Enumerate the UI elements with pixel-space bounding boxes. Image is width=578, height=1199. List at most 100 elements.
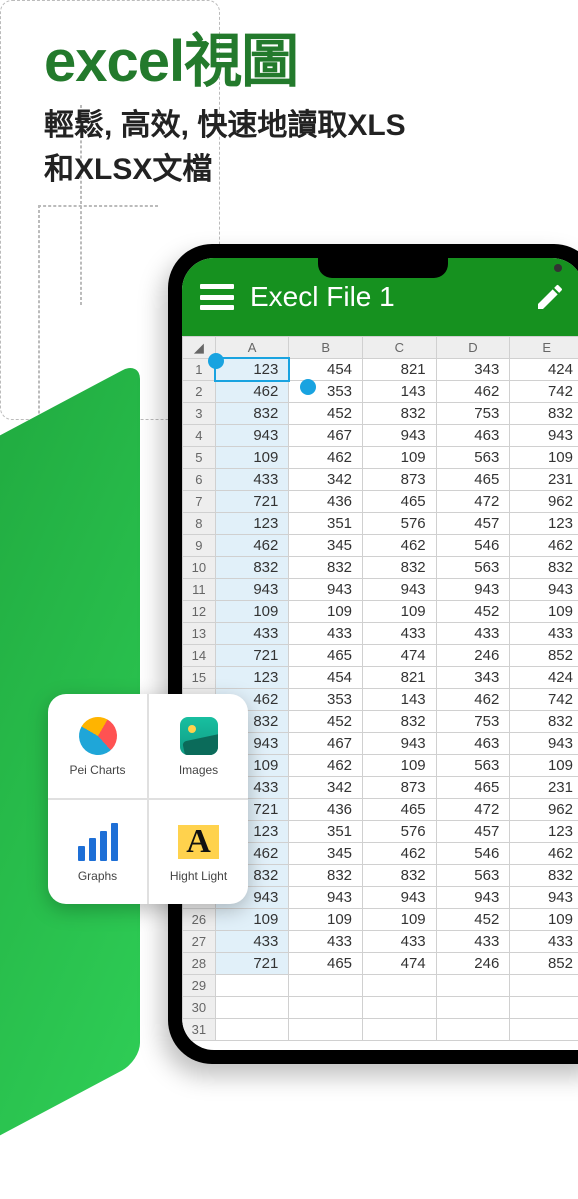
col-header-B[interactable]: B: [289, 337, 363, 359]
cell-A9[interactable]: 462: [215, 535, 289, 557]
cell-A31[interactable]: [215, 1019, 289, 1041]
row-header-5[interactable]: 5: [183, 447, 216, 469]
cell-B17[interactable]: 452: [289, 711, 363, 733]
row-header-6[interactable]: 6: [183, 469, 216, 491]
cell-D18[interactable]: 463: [436, 733, 510, 755]
cell-D10[interactable]: 563: [436, 557, 510, 579]
cell-B18[interactable]: 467: [289, 733, 363, 755]
cell-B8[interactable]: 351: [289, 513, 363, 535]
cell-B7[interactable]: 436: [289, 491, 363, 513]
row-header-3[interactable]: 3: [183, 403, 216, 425]
cell-E31[interactable]: [510, 1019, 578, 1041]
cell-E3[interactable]: 832: [510, 403, 578, 425]
tool-pei-charts[interactable]: Pei Charts: [48, 694, 148, 799]
cell-C3[interactable]: 832: [363, 403, 437, 425]
selection-handle-tl[interactable]: [208, 353, 224, 369]
cell-A11[interactable]: 943: [215, 579, 289, 601]
cell-E1[interactable]: 424: [510, 359, 578, 381]
cell-E8[interactable]: 123: [510, 513, 578, 535]
row-header-31[interactable]: 31: [183, 1019, 216, 1041]
tool-images[interactable]: Images: [148, 694, 248, 799]
col-header-A[interactable]: A: [215, 337, 289, 359]
cell-A14[interactable]: 721: [215, 645, 289, 667]
cell-E14[interactable]: 852: [510, 645, 578, 667]
cell-E24[interactable]: 832: [510, 865, 578, 887]
row-header-12[interactable]: 12: [183, 601, 216, 623]
cell-A13[interactable]: 433: [215, 623, 289, 645]
cell-B14[interactable]: 465: [289, 645, 363, 667]
cell-A4[interactable]: 943: [215, 425, 289, 447]
row-header-8[interactable]: 8: [183, 513, 216, 535]
cell-A28[interactable]: 721: [215, 953, 289, 975]
cell-A6[interactable]: 433: [215, 469, 289, 491]
col-header-D[interactable]: D: [436, 337, 510, 359]
cell-D28[interactable]: 246: [436, 953, 510, 975]
cell-E20[interactable]: 231: [510, 777, 578, 799]
cell-E18[interactable]: 943: [510, 733, 578, 755]
cell-E23[interactable]: 462: [510, 843, 578, 865]
cell-E16[interactable]: 742: [510, 689, 578, 711]
cell-B25[interactable]: 943: [289, 887, 363, 909]
cell-D31[interactable]: [436, 1019, 510, 1041]
cell-E13[interactable]: 433: [510, 623, 578, 645]
cell-B27[interactable]: 433: [289, 931, 363, 953]
cell-D6[interactable]: 465: [436, 469, 510, 491]
cell-E4[interactable]: 943: [510, 425, 578, 447]
row-header-11[interactable]: 11: [183, 579, 216, 601]
cell-C2[interactable]: 143: [363, 381, 437, 403]
cell-C26[interactable]: 109: [363, 909, 437, 931]
cell-B23[interactable]: 345: [289, 843, 363, 865]
cell-E28[interactable]: 852: [510, 953, 578, 975]
row-header-2[interactable]: 2: [183, 381, 216, 403]
cell-D11[interactable]: 943: [436, 579, 510, 601]
cell-C13[interactable]: 433: [363, 623, 437, 645]
cell-D24[interactable]: 563: [436, 865, 510, 887]
row-header-9[interactable]: 9: [183, 535, 216, 557]
cell-D26[interactable]: 452: [436, 909, 510, 931]
cell-C19[interactable]: 109: [363, 755, 437, 777]
cell-D16[interactable]: 462: [436, 689, 510, 711]
cell-E30[interactable]: [510, 997, 578, 1019]
cell-A10[interactable]: 832: [215, 557, 289, 579]
cell-D9[interactable]: 546: [436, 535, 510, 557]
cell-C1[interactable]: 821: [363, 359, 437, 381]
cell-A12[interactable]: 109: [215, 601, 289, 623]
cell-C15[interactable]: 821: [363, 667, 437, 689]
cell-E15[interactable]: 424: [510, 667, 578, 689]
cell-C7[interactable]: 465: [363, 491, 437, 513]
cell-E19[interactable]: 109: [510, 755, 578, 777]
cell-E17[interactable]: 832: [510, 711, 578, 733]
cell-E7[interactable]: 962: [510, 491, 578, 513]
cell-A30[interactable]: [215, 997, 289, 1019]
cell-B6[interactable]: 342: [289, 469, 363, 491]
cell-C25[interactable]: 943: [363, 887, 437, 909]
cell-D13[interactable]: 433: [436, 623, 510, 645]
cell-B1[interactable]: 454: [289, 359, 363, 381]
cell-C20[interactable]: 873: [363, 777, 437, 799]
cell-D4[interactable]: 463: [436, 425, 510, 447]
cell-D12[interactable]: 452: [436, 601, 510, 623]
row-header-15[interactable]: 15: [183, 667, 216, 689]
cell-A29[interactable]: [215, 975, 289, 997]
cell-E5[interactable]: 109: [510, 447, 578, 469]
cell-B21[interactable]: 436: [289, 799, 363, 821]
selection-handle-br[interactable]: [300, 379, 316, 395]
cell-E11[interactable]: 943: [510, 579, 578, 601]
cell-C24[interactable]: 832: [363, 865, 437, 887]
cell-B26[interactable]: 109: [289, 909, 363, 931]
cell-D25[interactable]: 943: [436, 887, 510, 909]
cell-C5[interactable]: 109: [363, 447, 437, 469]
cell-A8[interactable]: 123: [215, 513, 289, 535]
cell-C21[interactable]: 465: [363, 799, 437, 821]
cell-C4[interactable]: 943: [363, 425, 437, 447]
cell-C30[interactable]: [363, 997, 437, 1019]
cell-B30[interactable]: [289, 997, 363, 1019]
cell-B22[interactable]: 351: [289, 821, 363, 843]
col-header-C[interactable]: C: [363, 337, 437, 359]
cell-D7[interactable]: 472: [436, 491, 510, 513]
tool-graphs[interactable]: Graphs: [48, 799, 148, 904]
cell-D27[interactable]: 433: [436, 931, 510, 953]
cell-C28[interactable]: 474: [363, 953, 437, 975]
cell-D21[interactable]: 472: [436, 799, 510, 821]
cell-C9[interactable]: 462: [363, 535, 437, 557]
